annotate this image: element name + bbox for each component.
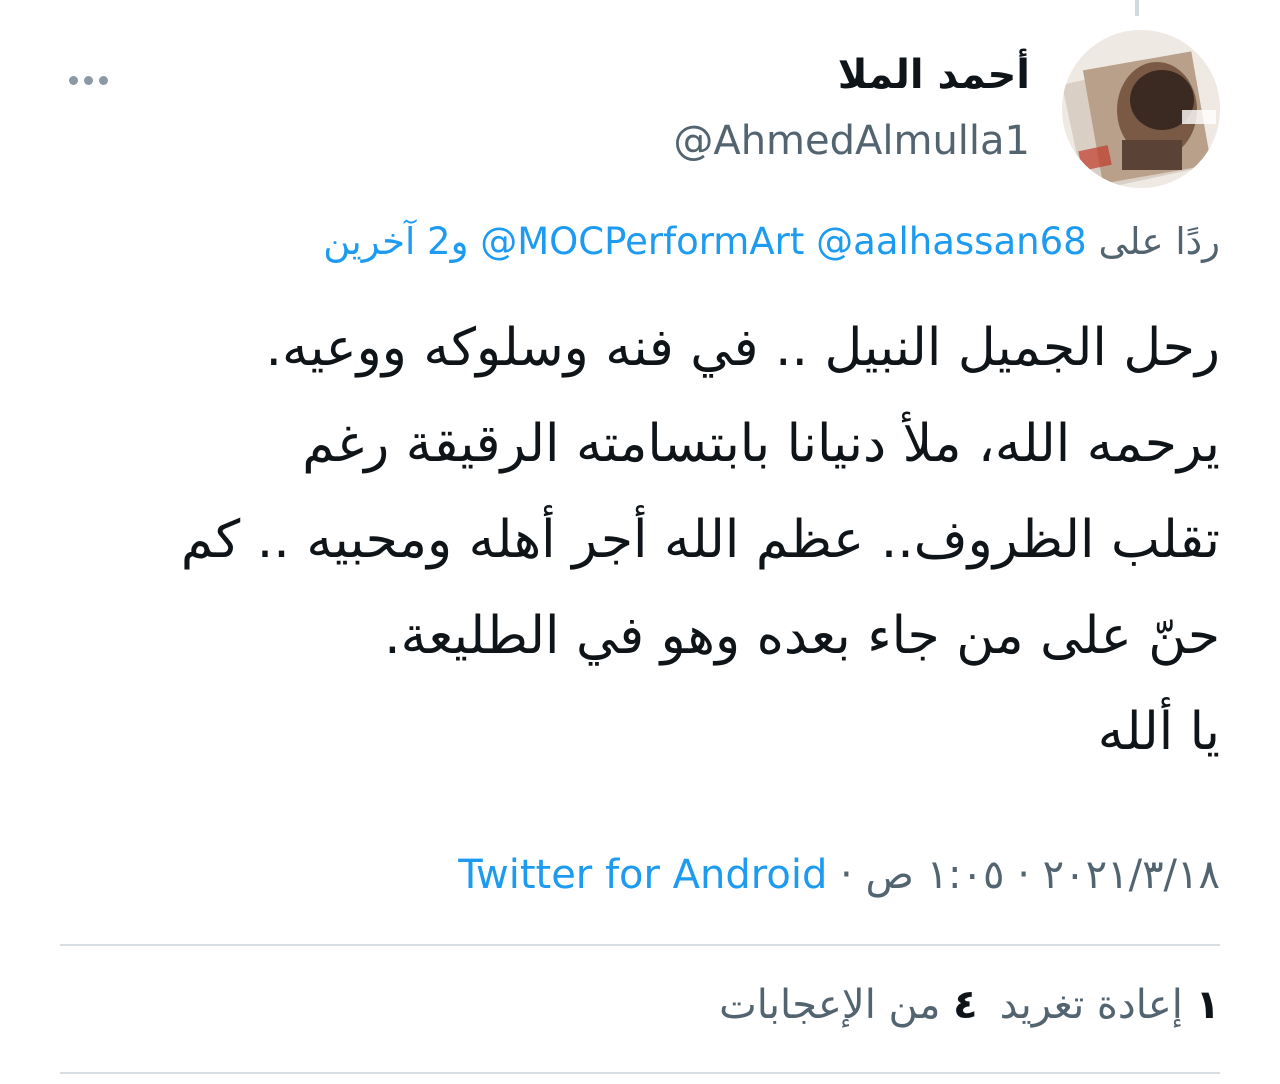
retweets-count: ١: [1195, 982, 1220, 1028]
engagement-stats: ١ إعادة تغريد ٤ من الإعجابات: [719, 982, 1220, 1028]
tweet-metadata: ٢٠٢١/٣/١٨ · ١:٠٥ ص · Twitter for Android: [458, 852, 1220, 898]
tweet-text-line: حنّ على من جاء بعده وهو في الطليعة.: [384, 606, 1220, 666]
replying-to-label: ردًا على: [1098, 220, 1220, 263]
tweet-detail: أحمد الملا @AhmedAlmulla1 ردًا على @aalh…: [60, 0, 1220, 1084]
tweet-text-line: يا ألله: [1097, 702, 1220, 762]
likes-label: من الإعجابات: [719, 982, 941, 1028]
profile-photo-icon: [1062, 30, 1220, 188]
more-dot: [68, 75, 78, 85]
retweets-stat[interactable]: ١ إعادة تغريد: [1000, 982, 1220, 1028]
tweet-text: رحل الجميل النبيل .. في فنه وسلوكه ووعيه…: [60, 300, 1220, 780]
display-name[interactable]: أحمد الملا: [838, 52, 1030, 98]
meta-separator: ·: [1004, 852, 1043, 898]
tweet-date[interactable]: ٢٠٢١/٣/١٨: [1043, 852, 1220, 898]
tweet-text-line: رحل الجميل النبيل .. في فنه وسلوكه ووعيه…: [265, 318, 1220, 378]
avatar[interactable]: [1062, 30, 1220, 188]
tweet-text-line: تقلب الظروف.. عظم الله أجر أهله ومحبيه .…: [180, 510, 1220, 570]
replying-to-line: ردًا على @aalhassan68 @MOCPerformArt و2 …: [323, 220, 1220, 263]
more-options-icon[interactable]: [64, 62, 112, 98]
more-dot: [98, 75, 108, 85]
meta-separator: ·: [827, 852, 866, 898]
retweets-label: إعادة تغريد: [999, 982, 1183, 1028]
divider: [60, 944, 1220, 946]
mention-link[interactable]: @aalhassan68: [816, 220, 1087, 263]
others-link[interactable]: و2 آخرين: [323, 220, 468, 263]
more-dot: [83, 75, 93, 85]
tweet-client-link[interactable]: Twitter for Android: [458, 852, 827, 898]
mention-link[interactable]: @MOCPerformArt: [480, 220, 804, 263]
tweet-text-line: يرحمه الله، ملأ دنيانا بابتسامته الرقيقة…: [302, 414, 1220, 474]
likes-stat[interactable]: ٤ من الإعجابات: [719, 982, 978, 1028]
tweet-time[interactable]: ١:٠٥ ص: [865, 852, 1004, 898]
divider: [60, 1072, 1220, 1074]
likes-count: ٤: [953, 982, 978, 1028]
user-handle[interactable]: @AhmedAlmulla1: [673, 118, 1030, 164]
